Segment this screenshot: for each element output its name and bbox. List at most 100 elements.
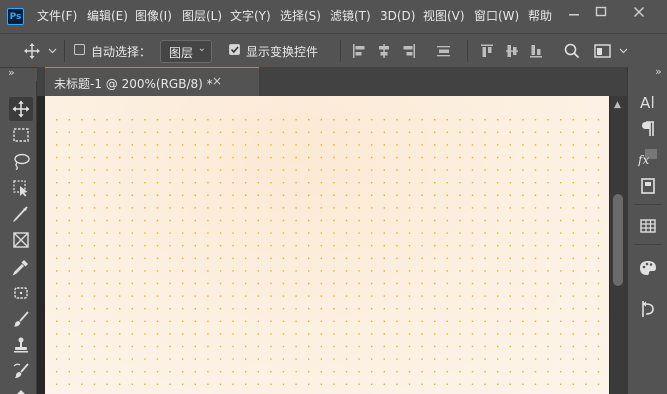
grid-dot xyxy=(106,320,108,322)
distribute-vertical-icon[interactable] xyxy=(436,43,450,59)
search-icon[interactable] xyxy=(564,43,580,59)
grid-dot xyxy=(484,144,486,146)
grid-dot xyxy=(270,282,272,285)
grid-dot xyxy=(194,257,196,259)
table-panel-button[interactable] xyxy=(637,215,659,237)
grid-dot xyxy=(93,257,96,259)
align-horizontal-centers-icon[interactable] xyxy=(377,43,391,59)
grid-dot xyxy=(421,371,423,373)
grid-dot xyxy=(408,131,411,133)
scrollbar-thumb[interactable] xyxy=(613,194,623,286)
styles-panel-button[interactable]: fx xyxy=(637,146,659,168)
vertical-scrollbar[interactable]: ▲ xyxy=(609,96,627,394)
grid-dot xyxy=(144,194,146,196)
menu-help[interactable]: 帮助 xyxy=(528,8,552,25)
workspace-switcher[interactable] xyxy=(594,43,628,62)
history-brush-tool[interactable] xyxy=(9,359,33,383)
character-panel-button[interactable]: A xyxy=(637,91,659,113)
brush-tool[interactable] xyxy=(9,307,33,331)
grid-dot xyxy=(320,371,322,373)
menu-select[interactable]: 选择(S) xyxy=(280,8,321,25)
align-vertical-centers-icon[interactable] xyxy=(505,43,519,59)
grid-dot xyxy=(182,245,184,247)
collapse-panels-button[interactable]: » xyxy=(655,65,662,78)
grid-dot xyxy=(585,207,587,209)
lasso-tool[interactable] xyxy=(9,149,33,173)
grid-dot xyxy=(245,320,247,322)
grid-dot xyxy=(144,182,146,184)
grid-dot xyxy=(434,383,436,385)
tool-preset-picker[interactable] xyxy=(24,43,60,62)
crop-tool[interactable] xyxy=(9,202,33,226)
grid-dot xyxy=(308,282,310,285)
grid-dot xyxy=(585,119,587,121)
object-select-tool[interactable] xyxy=(9,176,33,200)
grid-dot xyxy=(295,345,297,348)
grid-dot xyxy=(194,345,196,348)
auto-select-target-select[interactable]: 图层 ⌄ xyxy=(160,40,212,63)
grid-dot xyxy=(497,207,499,209)
marquee-tool[interactable] xyxy=(9,123,33,147)
minimize-button[interactable] xyxy=(563,3,585,20)
grid-dot xyxy=(156,345,159,348)
frame-tool[interactable] xyxy=(9,228,33,252)
align-right-edges-icon[interactable] xyxy=(402,43,416,59)
eyedropper-tool[interactable] xyxy=(9,255,33,279)
grid-dot xyxy=(282,207,285,209)
restore-button[interactable] xyxy=(590,3,612,20)
menu-layer[interactable]: 图层(L) xyxy=(182,8,222,25)
grid-dot xyxy=(295,320,297,322)
move-icon xyxy=(24,43,57,59)
close-tab-icon[interactable]: × xyxy=(212,74,222,88)
grid-dot xyxy=(93,194,96,196)
close-window-button[interactable] xyxy=(628,3,650,20)
menu-edit[interactable]: 编辑(E) xyxy=(87,8,128,25)
menu-view[interactable]: 视图(V) xyxy=(423,8,465,25)
grid-dot xyxy=(169,119,171,121)
scroll-up-icon[interactable]: ▲ xyxy=(614,100,621,110)
grid-dot xyxy=(371,270,373,272)
libraries-panel-button[interactable] xyxy=(637,175,659,197)
grid-dot xyxy=(219,131,222,133)
grid-dot xyxy=(459,383,461,385)
paragraph-panel-button[interactable] xyxy=(637,118,659,140)
align-left-edges-icon[interactable] xyxy=(352,43,366,59)
grid-dot xyxy=(383,295,385,297)
grid-dot xyxy=(522,270,524,272)
clone-stamp-tool[interactable] xyxy=(9,333,33,357)
grid-dot xyxy=(421,144,423,146)
grid-dot xyxy=(509,245,511,247)
grid-dot xyxy=(509,131,511,133)
show-transform-checkbox[interactable] xyxy=(229,44,240,55)
healing-brush-tool[interactable] xyxy=(9,281,33,305)
document-canvas[interactable] xyxy=(45,96,609,394)
grid-dot xyxy=(509,119,511,121)
auto-select-checkbox[interactable] xyxy=(74,44,85,55)
grid-dot xyxy=(358,144,360,146)
menu-3d[interactable]: 3D(D) xyxy=(380,8,415,25)
grid-dot xyxy=(232,383,234,385)
collapse-toolbar-button[interactable]: » xyxy=(8,66,15,79)
history-panel-button[interactable] xyxy=(637,298,659,320)
grid-dot xyxy=(585,282,587,285)
menu-image[interactable]: 图像(I) xyxy=(135,8,172,25)
move-tool[interactable] xyxy=(9,97,33,121)
menu-file[interactable]: 文件(F) xyxy=(37,8,77,25)
grid-dot xyxy=(459,245,461,247)
eraser-tool[interactable] xyxy=(9,385,33,394)
grid-dot xyxy=(345,169,348,171)
grid-dot xyxy=(282,308,285,310)
color-panel-button[interactable] xyxy=(637,257,659,279)
menu-filter[interactable]: 滤镜(T) xyxy=(330,8,371,25)
align-top-edges-icon[interactable] xyxy=(480,43,494,59)
grid-dot xyxy=(421,182,423,184)
grid-dot xyxy=(408,358,411,360)
grid-dot xyxy=(345,270,348,272)
grid-dot xyxy=(232,333,234,335)
menu-type[interactable]: 文字(Y) xyxy=(230,8,271,25)
grid-dot xyxy=(257,383,259,385)
align-bottom-edges-icon[interactable] xyxy=(529,43,543,59)
menu-window[interactable]: 窗口(W) xyxy=(474,8,519,25)
document-tab[interactable]: 未标题-1 @ 200%(RGB/8) * × xyxy=(45,67,259,96)
grid-dot xyxy=(144,320,146,322)
